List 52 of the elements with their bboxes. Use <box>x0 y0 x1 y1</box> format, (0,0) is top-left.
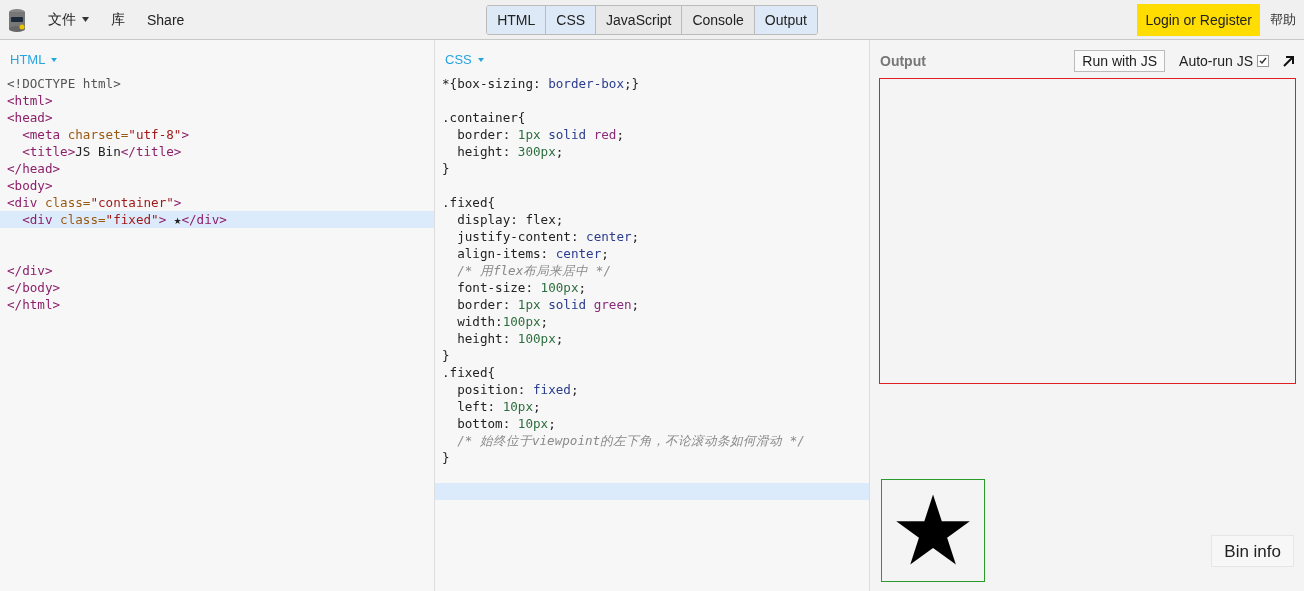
caret-icon <box>477 57 484 62</box>
code-line: /* 始终位于viewpoint的左下角，不论滚动条如何滑动 */ <box>456 432 806 449</box>
code-line: align-items: center; <box>456 245 610 262</box>
code-line: display: flex; <box>456 211 565 228</box>
code-line: } <box>441 160 451 177</box>
code-line: </body> <box>6 279 62 296</box>
code-line: left: 10px; <box>456 398 542 415</box>
code-line: } <box>441 449 451 466</box>
code-line: <html> <box>6 92 54 109</box>
logo-icon <box>8 7 26 32</box>
menu-item[interactable]: 库 <box>111 10 125 29</box>
code-line: font-size: 100px; <box>456 279 588 296</box>
code-line: height: 100px; <box>456 330 565 347</box>
expand-icon[interactable] <box>1283 55 1294 67</box>
code-line: .container{ <box>441 109 527 126</box>
code-line: <meta charset="utf-8"> <box>21 126 190 143</box>
help-link[interactable]: 帮助 <box>1270 10 1296 29</box>
code-line: bottom: 10px; <box>456 415 557 432</box>
code-line: border: 1px solid green; <box>456 296 641 313</box>
code-line: height: 300px; <box>456 143 565 160</box>
autorun-checkbox[interactable] <box>1257 55 1269 67</box>
bin-info-button[interactable]: Bin info <box>1211 535 1294 567</box>
code-line: border: 1px solid red; <box>456 126 625 143</box>
caret-icon <box>82 17 89 22</box>
code-line: </div> <box>6 262 54 279</box>
code-line: width:100px; <box>456 313 550 330</box>
login-button[interactable]: Login or Register <box>1137 3 1260 36</box>
code-line: <body> <box>6 177 54 194</box>
caret-icon <box>51 57 58 62</box>
panel-tab[interactable]: Output <box>753 5 817 34</box>
output-title: Output <box>880 53 927 69</box>
code-line: .fixed{ <box>441 364 497 381</box>
panel-tab[interactable]: HTML <box>487 5 546 34</box>
run-button[interactable]: Run with JS <box>1074 50 1166 72</box>
code-line: position: fixed; <box>456 381 580 398</box>
autorun-label: Auto-run JS <box>1179 53 1253 69</box>
menu-item[interactable]: Share <box>147 11 185 28</box>
menu-item[interactable]: 文件 <box>48 10 89 29</box>
code-line: .fixed{ <box>441 194 497 211</box>
panel-tab[interactable]: CSS <box>545 5 596 34</box>
code-line: <title>JS Bin</title> <box>21 143 183 160</box>
code-line: <head> <box>6 109 54 126</box>
code-line: *{box-sizing: border-box;} <box>441 75 641 92</box>
code-line: <!DOCTYPE html> <box>6 75 122 92</box>
panel-tab[interactable]: Console <box>681 5 754 34</box>
code-line: /* 用flex布局来居中 */ <box>456 262 612 279</box>
panel-tab[interactable]: JavaScript <box>595 5 682 34</box>
code-line: </head> <box>6 160 62 177</box>
code-line: <div class="container"> <box>6 194 183 211</box>
code-line: </html> <box>6 296 62 313</box>
code-line: justify-content: center; <box>456 228 641 245</box>
code-line: } <box>441 347 451 364</box>
